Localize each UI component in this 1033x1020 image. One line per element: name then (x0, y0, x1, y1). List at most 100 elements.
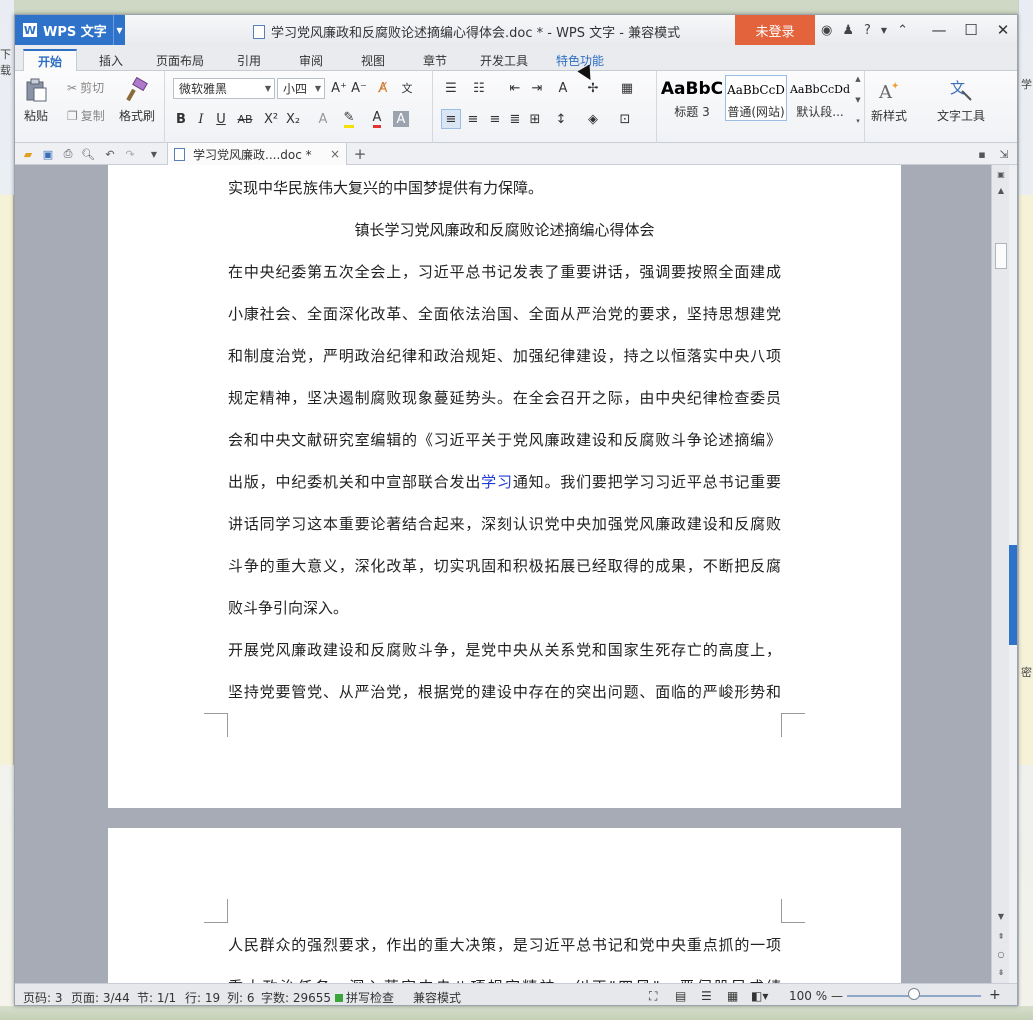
next-page-icon[interactable]: ⇟ (992, 965, 1010, 979)
text-line[interactable]: 重大政治任务。深入落实中央八项规定精神，纠正"四风"，严伺股民成绩 (228, 966, 781, 983)
tab-home[interactable]: 开始 (23, 49, 78, 71)
text-line[interactable]: 在中央纪委第五次全会上，习近平总书记发表了重要讲话，强调要按照全面建成 (228, 251, 781, 293)
text-line[interactable]: 斗争的重大意义，深化改革，切实巩固和积极拓展已经取得的成果，不断把反腐 (228, 545, 781, 587)
chevron-down-icon[interactable]: ▼ (147, 147, 161, 161)
chevron-down-icon[interactable]: ▼ (113, 15, 125, 45)
maximize-button[interactable]: ☐ (955, 15, 987, 45)
select-browse-icon[interactable]: ○ (992, 947, 1010, 961)
zoom-slider-thumb[interactable] (908, 988, 920, 1000)
tab-insert[interactable]: 插入 (85, 49, 137, 71)
font-color-icon[interactable]: A (367, 109, 387, 129)
login-button[interactable]: 未登录 (735, 15, 815, 45)
highlight-icon[interactable]: ✎ (339, 109, 359, 129)
close-tab-icon[interactable]: × (330, 147, 340, 161)
focus-mode-icon[interactable]: ⛶ (649, 989, 657, 1004)
vertical-scrollbar[interactable]: ▣ ▲ ▼ ⇞ ○ ⇟ (991, 165, 1009, 983)
scroll-top-icon[interactable]: ▣ (992, 167, 1010, 181)
font-size-select[interactable]: 小四 ▼ (277, 78, 325, 99)
chevron-down-icon[interactable]: ▼ (881, 26, 887, 35)
style-heading3[interactable]: AaBbC 标题 3 (661, 75, 723, 121)
collapse-ribbon-icon[interactable]: ⌃ (897, 23, 908, 38)
font-name-select[interactable]: 微软雅黑 ▼ (173, 78, 275, 99)
char-shading-icon[interactable]: A (393, 111, 409, 127)
tab-references[interactable]: 引用 (223, 49, 275, 71)
paste-button[interactable]: 粘贴 (23, 71, 49, 124)
table-border-icon[interactable]: ▦ (617, 78, 637, 98)
bullet-list-icon[interactable]: ☰ (441, 78, 461, 98)
text-line[interactable]: 规定精神，坚决遏制腐败现象蔓延势头。在全会召开之际，由中央纪律检查委员 (228, 377, 781, 419)
prev-page-icon[interactable]: ⇞ (992, 929, 1010, 943)
zoom-level[interactable]: 100 % (789, 989, 827, 1003)
web-view-icon[interactable]: ◧▾ (751, 989, 768, 1003)
text-line[interactable]: 会和中央文献研究室编辑的《习近平关于党风廉政建设和反腐败斗争论述摘编》 (228, 419, 781, 461)
document-tab[interactable]: 学习党风廉政....doc * × (167, 143, 347, 165)
window-restore-icon[interactable]: ▪ (975, 147, 989, 161)
status-word-count[interactable]: 字数: 29655 (261, 989, 331, 1005)
style-default-paragraph[interactable]: AaBbCcDd 默认段... (789, 75, 851, 121)
copy-button[interactable]: ❐ 复制 (67, 107, 105, 124)
increase-indent-icon[interactable]: ⇥ (527, 78, 547, 98)
new-tab-icon[interactable]: + (353, 145, 367, 163)
shrink-font-icon[interactable]: A⁻ (349, 78, 369, 98)
print-preview-icon[interactable]: 🔍︎ (81, 147, 95, 161)
subscript-icon[interactable]: X₂ (283, 109, 303, 129)
more-icon[interactable]: ▾ (856, 117, 860, 125)
grow-font-icon[interactable]: A⁺ (329, 78, 349, 98)
document-heading[interactable]: 镇长学习党风廉政和反腐败论述摘编心得体会 (228, 209, 781, 251)
new-style-button[interactable]: A ✦ 新样式 (871, 71, 907, 124)
feedback-icon[interactable]: ◉ (821, 23, 832, 38)
borders-icon[interactable]: ⊡ (615, 109, 635, 129)
chinese-layout-icon[interactable]: A (553, 78, 573, 98)
minimize-button[interactable]: — (923, 15, 955, 45)
pin-icon[interactable]: ⇲ (997, 147, 1011, 161)
align-right-icon[interactable]: ≡ (485, 109, 505, 129)
text-line[interactable]: 小康社会、全面深化改革、全面依法治国、全面从严治党的要求，坚持思想建党 (228, 293, 781, 335)
strikethrough-icon[interactable]: AB (235, 109, 255, 129)
text-tools-button[interactable]: 文 文字工具 (937, 71, 985, 124)
shirt-icon[interactable]: ♟ (842, 23, 854, 38)
read-mode-icon[interactable]: ▦ (727, 989, 738, 1003)
page3-text[interactable]: 实现中华民族伟大复兴的中国梦提供有力保障。 镇长学习党风廉政和反腐败论述摘编心得体… (228, 167, 781, 713)
close-button[interactable]: ✕ (987, 15, 1017, 45)
superscript-icon[interactable]: X² (261, 109, 281, 129)
zoom-out-icon[interactable]: — (831, 989, 843, 1003)
align-center-icon[interactable]: ≡ (463, 109, 483, 129)
chevron-down-icon[interactable]: ▼ (992, 909, 1010, 923)
text-line[interactable]: 和制度治党，严明政治纪律和政治规矩、加强纪律建设，持之以恒落实中央八项 (228, 335, 781, 377)
justify-icon[interactable]: ≣ (505, 109, 525, 129)
bold-icon[interactable]: B (171, 109, 191, 129)
scroll-thumb[interactable] (995, 243, 1007, 269)
tab-chapter[interactable]: 章节 (409, 49, 461, 71)
page4-text[interactable]: 人民群众的强烈要求，作出的重大决策，是习近平总书记和党中央重点抓的一项重大政治任… (228, 924, 781, 983)
text-line[interactable]: 讲话同学习这本重要论著结合起来，深刻认识党中央加强党风廉政建设和反腐败 (228, 503, 781, 545)
undo-icon[interactable]: ↶ (103, 147, 117, 161)
save-icon[interactable]: ▣ (41, 147, 55, 161)
tab-page-layout[interactable]: 页面布局 (142, 49, 218, 71)
underline-icon[interactable]: U (211, 109, 231, 129)
text-line[interactable]: 坚持党要管党、从严治党，根据党的建设中存在的突出问题、面临的严峻形势和 (228, 671, 781, 713)
tab-special-features[interactable]: 特色功能 (542, 49, 618, 71)
chevron-down-icon[interactable]: ▼ (855, 96, 860, 104)
text-line[interactable]: 实现中华民族伟大复兴的中国梦提供有力保障。 (228, 167, 781, 209)
open-folder-icon[interactable]: ▰ (21, 147, 35, 161)
help-button[interactable]: ? (864, 23, 871, 38)
redo-icon[interactable]: ↷ (123, 147, 137, 161)
hyperlink[interactable]: 学习 (481, 473, 513, 491)
page-view-icon[interactable]: ▤ (675, 989, 686, 1003)
task-pane-toggle[interactable] (1009, 545, 1017, 645)
decrease-indent-icon[interactable]: ⇤ (505, 78, 525, 98)
text-line[interactable]: 开展党风廉政建设和反腐败斗争，是党中央从关系党和国家生死存亡的高度上， (228, 629, 781, 671)
document-area[interactable]: 实现中华民族伟大复兴的中国梦提供有力保障。 镇长学习党风廉政和反腐败论述摘编心得体… (15, 165, 991, 983)
tab-review[interactable]: 审阅 (285, 49, 337, 71)
print-icon[interactable]: ⎙ (61, 147, 75, 161)
chevron-up-icon[interactable]: ▲ (992, 183, 1010, 197)
text-line[interactable]: 出版，中纪委机关和中宣部联合发出学习通知。我们要把学习习近平总书记重要 (228, 461, 781, 503)
phonetic-guide-icon[interactable]: 文 (397, 78, 417, 98)
tab-developer[interactable]: 开发工具 (466, 49, 542, 71)
page-3[interactable]: 实现中华民族伟大复兴的中国梦提供有力保障。 镇长学习党风廉政和反腐败论述摘编心得体… (108, 165, 901, 808)
format-painter-button[interactable]: 格式刷 (119, 71, 155, 124)
distribute-icon[interactable]: ⊞ (525, 109, 545, 129)
cut-button[interactable]: ✂ 剪切 (67, 79, 104, 96)
chevron-up-icon[interactable]: ▲ (855, 75, 860, 83)
spell-check-toggle[interactable]: 拼写检查 (335, 989, 394, 1005)
